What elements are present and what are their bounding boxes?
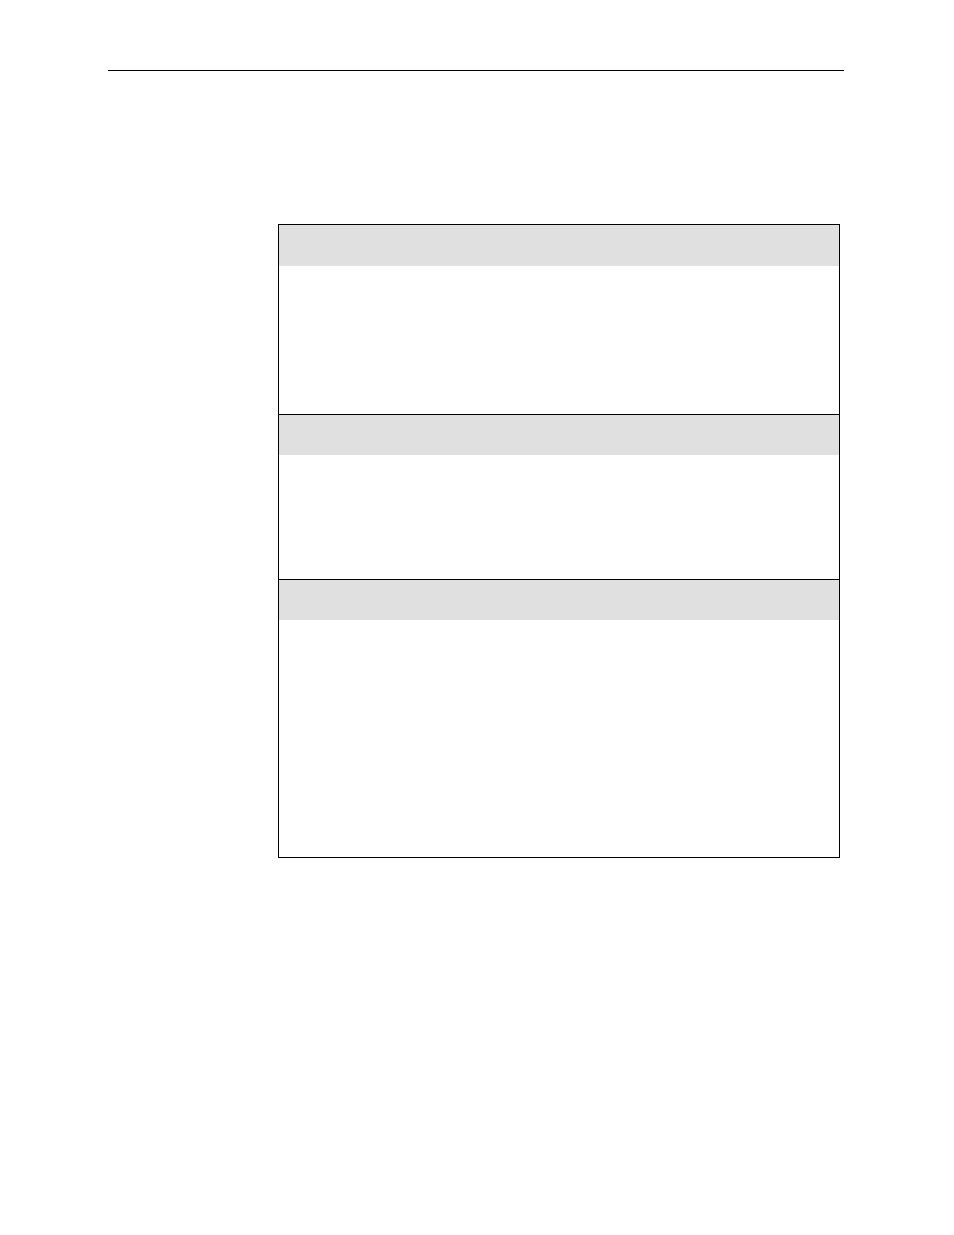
table-row [279,266,839,414]
table-row [279,620,839,857]
table-row [279,455,839,579]
table-row-header [279,225,839,266]
header-rule [108,70,844,71]
document-page [0,0,954,1235]
table-row-header [279,579,839,620]
table-row-header [279,414,839,455]
content-table [278,224,840,858]
